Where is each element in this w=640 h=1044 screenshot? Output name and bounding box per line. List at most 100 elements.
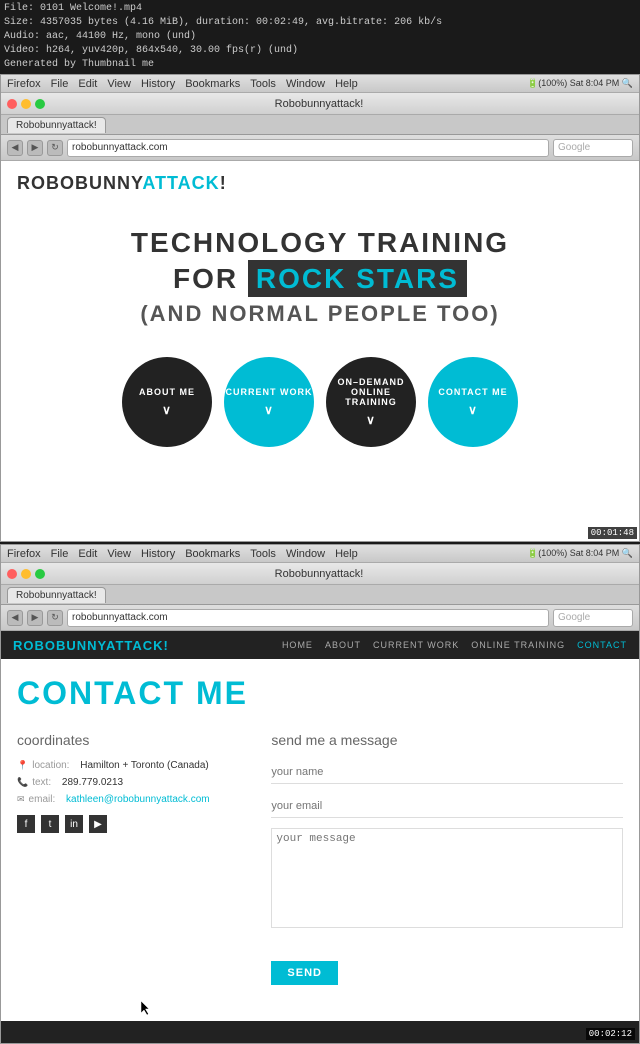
menu2-history[interactable]: History — [141, 548, 175, 560]
circle-contact-label: CONTACT ME — [438, 387, 507, 397]
message-textarea[interactable] — [271, 828, 623, 928]
site1-logo: ROBOBUNNYATTACK! — [17, 173, 623, 194]
minimize-button-2[interactable] — [21, 569, 31, 579]
sysbar-info: 🔋(100%) Sat 8:04 PM 🔍 — [527, 78, 633, 89]
window-title-1: Robobunnyattack! — [275, 98, 364, 110]
menu-history[interactable]: History — [141, 78, 175, 90]
traffic-lights-1[interactable] — [7, 99, 45, 109]
site2-logo-suffix: ! — [164, 638, 169, 653]
toolbar-2: ◀ ▶ ↻ robobunnyattack.com Google — [1, 605, 639, 631]
forward-button[interactable]: ▶ — [27, 140, 43, 156]
phone-icon: 📞 — [17, 777, 28, 788]
titlebar-1: Robobunnyattack! — [1, 93, 639, 115]
nav-online-training[interactable]: ONLINE TRAINING — [471, 640, 565, 650]
circle-current-chevron: ∨ — [264, 403, 274, 417]
sysbar2-info: 🔋(100%) Sat 8:04 PM 🔍 — [527, 548, 633, 559]
toolbar-1: ◀ ▶ ↻ robobunnyattack.com Google — [1, 135, 639, 161]
menu-bookmarks[interactable]: Bookmarks — [185, 78, 240, 90]
hero-line2: FOR ROCK STARS — [1, 260, 639, 298]
website-1: ROBOBUNNYATTACK! TECHNOLOGY TRAINING FOR… — [1, 161, 639, 541]
menu-tools[interactable]: Tools — [250, 78, 276, 90]
send-button[interactable]: SEND — [271, 961, 338, 985]
coordinates-heading: coordinates — [17, 732, 251, 748]
menu2-help[interactable]: Help — [335, 548, 358, 560]
menu-view[interactable]: View — [107, 78, 131, 90]
file-info-line5: Generated by Thumbnail me — [4, 58, 636, 72]
hero-line3: (AND NORMAL PEOPLE TOO) — [1, 301, 639, 327]
logo-suffix: ! — [220, 173, 227, 193]
nav-about[interactable]: ABOUT — [325, 640, 361, 650]
menu2-file[interactable]: File — [51, 548, 69, 560]
nav-home[interactable]: HOME — [282, 640, 313, 650]
circle-online-training[interactable]: ON–DEMANDONLINE TRAINING ∨ — [326, 357, 416, 447]
circles-section: ABOUT ME ∨ CURRENT WORK ∨ ON–DEMANDONLIN… — [1, 337, 639, 467]
minimize-button[interactable] — [21, 99, 31, 109]
back-button[interactable]: ◀ — [7, 140, 23, 156]
location-item: 📍 location: Hamilton + Toronto (Canada) — [17, 760, 251, 771]
circle-about[interactable]: ABOUT ME ∨ — [122, 357, 212, 447]
circle-contact[interactable]: CONTACT ME ∨ — [428, 357, 518, 447]
cursor-area — [1, 1001, 639, 1021]
url-text-1: robobunnyattack.com — [72, 142, 168, 153]
timestamp-bar-2: 00:02:12 — [1, 1021, 639, 1043]
hero-section: TECHNOLOGY TRAINING FOR ROCK STARS (AND … — [1, 206, 639, 337]
nav-contact[interactable]: CONTACT — [577, 640, 627, 650]
twitter-icon[interactable]: t — [41, 815, 59, 833]
circle-current-label: CURRENT WORK — [226, 387, 313, 397]
refresh-button[interactable]: ↻ — [47, 140, 63, 156]
maximize-button[interactable] — [35, 99, 45, 109]
url-bar-1[interactable]: robobunnyattack.com — [67, 139, 549, 157]
name-input[interactable] — [271, 760, 623, 784]
browser-window-1: Firefox File Edit View History Bookmarks… — [0, 74, 640, 542]
maximize-button-2[interactable] — [35, 569, 45, 579]
site2-logo-accent: ATTACK — [106, 638, 164, 653]
facebook-icon[interactable]: f — [17, 815, 35, 833]
browser-window-2: Firefox File Edit View History Bookmarks… — [0, 544, 640, 1044]
circle-training-chevron: ∨ — [366, 413, 376, 427]
close-button-2[interactable] — [7, 569, 17, 579]
search-bar-1[interactable]: Google — [553, 139, 633, 157]
menu-edit[interactable]: Edit — [78, 78, 97, 90]
search-bar-2[interactable]: Google — [553, 609, 633, 627]
window-title-2: Robobunnyattack! — [275, 568, 364, 580]
menu2-firefox[interactable]: Firefox — [7, 548, 41, 560]
logo-accent: ATTACK — [142, 173, 219, 193]
circle-current-work[interactable]: CURRENT WORK ∨ — [224, 357, 314, 447]
menu2-tools[interactable]: Tools — [250, 548, 276, 560]
menu2-edit[interactable]: Edit — [78, 548, 97, 560]
search-placeholder-2: Google — [558, 612, 590, 623]
social-icons: f t in ▶ — [17, 815, 251, 833]
back-button-2[interactable]: ◀ — [7, 610, 23, 626]
site2-logo: ROBOBUNNYATTACK! — [13, 638, 169, 653]
linkedin-icon[interactable]: in — [65, 815, 83, 833]
location-label: location: — [32, 760, 69, 771]
nav-current-work[interactable]: CURRENT WORK — [373, 640, 459, 650]
menu-file[interactable]: File — [51, 78, 69, 90]
menu-firefox[interactable]: Firefox — [7, 78, 41, 90]
youtube-icon[interactable]: ▶ — [89, 815, 107, 833]
refresh-button-2[interactable]: ↻ — [47, 610, 63, 626]
message-heading: send me a message — [271, 732, 623, 748]
file-info-line3: Audio: aac, 44100 Hz, mono (und) — [4, 30, 636, 44]
menu2-window[interactable]: Window — [286, 548, 325, 560]
url-bar-2[interactable]: robobunnyattack.com — [67, 609, 549, 627]
contact-title-main: CONTACT — [17, 675, 185, 711]
close-button[interactable] — [7, 99, 17, 109]
forward-button-2[interactable]: ▶ — [27, 610, 43, 626]
timestamp-2: 00:02:12 — [586, 1028, 635, 1040]
email-value[interactable]: kathleen@robobunnyattack.com — [66, 794, 210, 805]
email-icon: ✉ — [17, 794, 25, 805]
menu-help[interactable]: Help — [335, 78, 358, 90]
site1-header: ROBOBUNNYATTACK! — [1, 161, 639, 206]
email-input[interactable] — [271, 794, 623, 818]
menu2-bookmarks[interactable]: Bookmarks — [185, 548, 240, 560]
tab-2[interactable]: Robobunnyattack! — [7, 587, 106, 603]
tab-bar-1: Robobunnyattack! — [1, 115, 639, 135]
menu2-view[interactable]: View — [107, 548, 131, 560]
menubar-1: Firefox File Edit View History Bookmarks… — [1, 75, 639, 93]
tab-1[interactable]: Robobunnyattack! — [7, 117, 106, 133]
menu-window[interactable]: Window — [286, 78, 325, 90]
traffic-lights-2[interactable] — [7, 569, 45, 579]
circle-about-label: ABOUT ME — [139, 387, 195, 397]
contact-title-accent: ME — [196, 675, 248, 711]
